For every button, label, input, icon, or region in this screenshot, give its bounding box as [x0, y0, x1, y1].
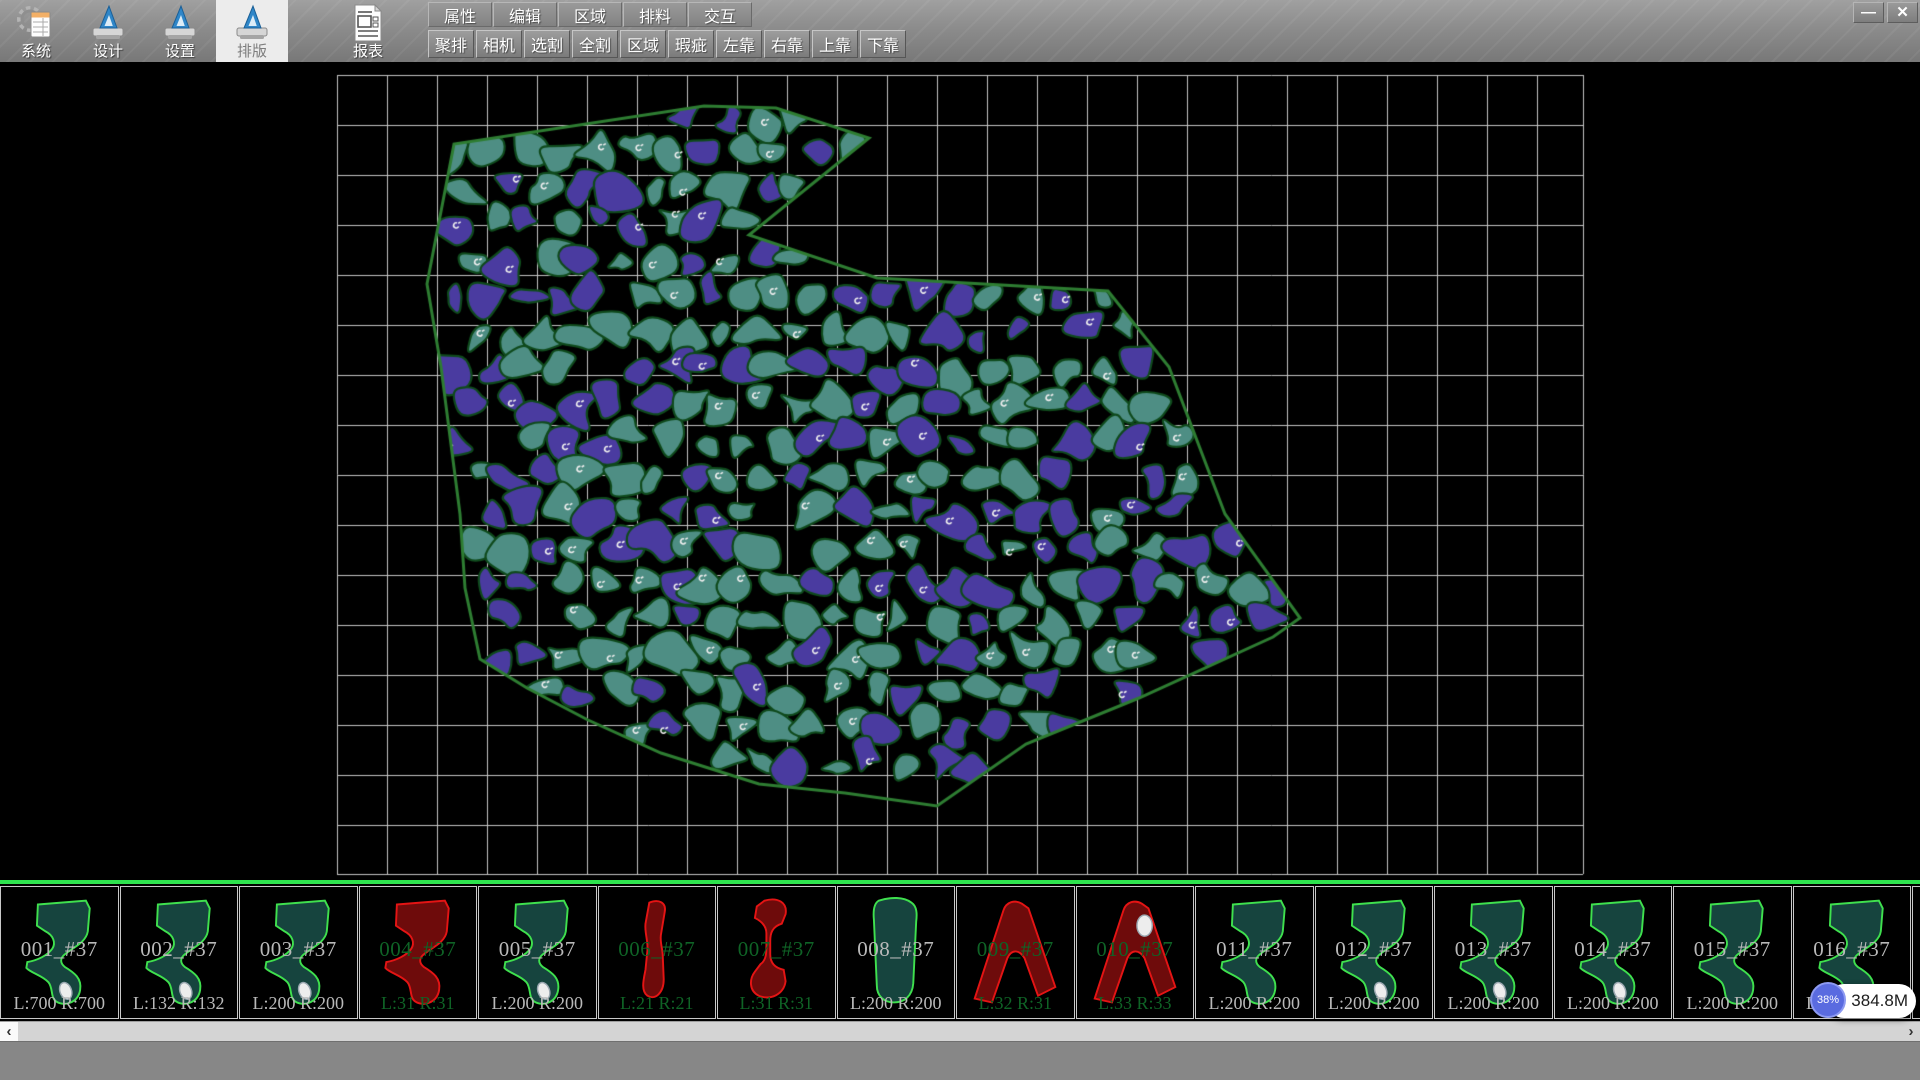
tool-button-bar: 聚排相机选割全割区域瑕疵左靠右靠上靠下靠	[428, 30, 908, 58]
memory-percent-badge: 38%	[1810, 982, 1846, 1018]
piece-lr-count: L:200 R:200	[1674, 993, 1791, 1014]
piece-name: 008_#37	[838, 937, 955, 962]
mode-button-label: 报表	[353, 43, 383, 60]
piece-thumbnail-008_#37[interactable]: 008_#37 L:200 R:200	[837, 886, 956, 1019]
window-controls: — ✕	[1853, 2, 1918, 23]
system-icon	[16, 3, 56, 43]
piece-lr-count: L:33 R:33	[1077, 993, 1194, 1014]
horizontal-scrollbar[interactable]: ‹ ›	[0, 1021, 1920, 1041]
piece-name: 002_#37	[121, 937, 238, 962]
mode-button-label: 排版	[237, 43, 267, 60]
close-button[interactable]: ✕	[1887, 2, 1918, 23]
menu-tab-编辑[interactable]: 编辑	[493, 2, 557, 27]
piece-name: 009_#37	[957, 937, 1074, 962]
piece-name: 011_#37	[1196, 937, 1313, 962]
main-mode-buttons: 系统 设计 设置 排版 报表	[0, 0, 404, 62]
piece-thumbnail-013_#37[interactable]: 013_#37 L:200 R:200	[1434, 886, 1553, 1019]
menu-tab-bar: 属性编辑区域排料交互	[428, 2, 753, 27]
piece-thumbnail-014_#37[interactable]: 014_#37 L:200 R:200	[1554, 886, 1673, 1019]
piece-name: 006_#37	[599, 937, 716, 962]
nesting-icon	[232, 3, 272, 43]
mode-button-设置[interactable]: 设置	[144, 0, 216, 62]
piece-thumbnail-004_#37[interactable]: 004_#37 L:31 R:31	[359, 886, 478, 1019]
piece-lr-count: L:200 R:200	[1555, 993, 1672, 1014]
piece-thumbnail-010_#37[interactable]: 010_#37 L:33 R:33	[1076, 886, 1195, 1019]
piece-name: 012_#37	[1316, 937, 1433, 962]
piece-name: 014_#37	[1555, 937, 1672, 962]
piece-name: 001_#37	[1, 937, 118, 962]
piece-lr-count: L:200 R:200	[479, 993, 596, 1014]
piece-lr-count: L:200 R:200	[1196, 993, 1313, 1014]
tool-button-左靠[interactable]: 左靠	[716, 30, 762, 58]
piece-name: 015_#37	[1674, 937, 1791, 962]
piece-thumbnail-015_#37[interactable]: 015_#37 L:200 R:200	[1673, 886, 1792, 1019]
tool-button-选割[interactable]: 选割	[524, 30, 570, 58]
piece-name: 010_#37	[1077, 937, 1194, 962]
scroll-left-button[interactable]: ‹	[0, 1022, 18, 1041]
piece-lr-count: L:200 R:200	[838, 993, 955, 1014]
piece-thumbnail-009_#37[interactable]: 009_#37 L:32 R:31	[956, 886, 1075, 1019]
piece-lr-count: L:21 R:21	[599, 993, 716, 1014]
tool-button-瑕疵[interactable]: 瑕疵	[668, 30, 714, 58]
mode-button-排版[interactable]: 排版	[216, 0, 288, 62]
piece-lr-count: L:31 R:31	[360, 993, 477, 1014]
menu-tab-交互[interactable]: 交互	[688, 2, 752, 27]
piece-name: 005_#37	[479, 937, 596, 962]
menu-tab-区域[interactable]: 区域	[558, 2, 622, 27]
piece-lr-count: L:32 R:31	[957, 993, 1074, 1014]
mode-button-label: 设置	[165, 43, 195, 60]
mode-button-系统[interactable]: 系统	[0, 0, 72, 62]
tool-button-全割[interactable]: 全割	[572, 30, 618, 58]
piece-name: 016_#37	[1794, 937, 1911, 962]
piece-thumbnail-003_#37[interactable]: 003_#37 L:200 R:200	[239, 886, 358, 1019]
piece-thumbnail-006_#37[interactable]: 006_#37 L:21 R:21	[598, 886, 717, 1019]
menu-tab-排料[interactable]: 排料	[623, 2, 687, 27]
memory-usage-badge: 384.8M 38%	[1810, 982, 1918, 1020]
piece-thumbnail-007_#37[interactable]: 007_#37 L:31 R:31	[717, 886, 836, 1019]
piece-thumbnail-011_#37[interactable]: 011_#37 L:200 R:200	[1195, 886, 1314, 1019]
strip-divider-line	[0, 880, 1920, 884]
report-icon	[348, 3, 388, 43]
application-window: 系统设计设置排版报表 属性编辑区域排料交互 聚排相机选割全割区域瑕疵左靠右靠上靠…	[0, 0, 1920, 1080]
tool-button-下靠[interactable]: 下靠	[860, 30, 906, 58]
status-bar	[0, 1041, 1920, 1080]
piece-thumbnail-001_#37[interactable]: 001_#37 L:700 R:700	[0, 886, 119, 1019]
tool-button-聚排[interactable]: 聚排	[428, 30, 474, 58]
piece-name: 017_#37	[1913, 937, 1920, 962]
menu-tab-属性[interactable]: 属性	[428, 2, 492, 27]
tool-button-相机[interactable]: 相机	[476, 30, 522, 58]
settings-icon	[160, 3, 200, 43]
tool-button-上靠[interactable]: 上靠	[812, 30, 858, 58]
mode-button-label: 系统	[21, 43, 51, 60]
piece-thumbnail-strip: 001_#37L:700 R:700002_#37L:132 R:132003_…	[0, 886, 1920, 1019]
piece-name: 003_#37	[240, 937, 357, 962]
piece-lr-count: L:132 R:132	[121, 993, 238, 1014]
top-toolbar: 系统设计设置排版报表 属性编辑区域排料交互 聚排相机选割全割区域瑕疵左靠右靠上靠…	[0, 0, 1920, 62]
tool-button-区域[interactable]: 区域	[620, 30, 666, 58]
piece-lr-count: L:31 R:31	[718, 993, 835, 1014]
piece-lr-count: L:200 R:200	[1435, 993, 1552, 1014]
nesting-canvas[interactable]	[0, 62, 1920, 880]
piece-lr-count: L:700 R:700	[1, 993, 118, 1014]
scroll-right-button[interactable]: ›	[1902, 1022, 1920, 1041]
tool-button-右靠[interactable]: 右靠	[764, 30, 810, 58]
piece-thumbnail-005_#37[interactable]: 005_#37 L:200 R:200	[478, 886, 597, 1019]
piece-name: 004_#37	[360, 937, 477, 962]
mode-button-报表[interactable]: 报表	[332, 0, 404, 62]
piece-lr-count: L:200 R:200	[1316, 993, 1433, 1014]
piece-thumbnail-002_#37[interactable]: 002_#37 L:132 R:132	[120, 886, 239, 1019]
piece-thumbnail-012_#37[interactable]: 012_#37 L:200 R:200	[1315, 886, 1434, 1019]
mode-button-设计[interactable]: 设计	[72, 0, 144, 62]
design-icon	[88, 3, 128, 43]
piece-name: 007_#37	[718, 937, 835, 962]
piece-lr-count: L:200 R:200	[240, 993, 357, 1014]
minimize-button[interactable]: —	[1853, 2, 1884, 23]
mode-button-label: 设计	[93, 43, 123, 60]
piece-name: 013_#37	[1435, 937, 1552, 962]
workspace	[0, 62, 1920, 880]
